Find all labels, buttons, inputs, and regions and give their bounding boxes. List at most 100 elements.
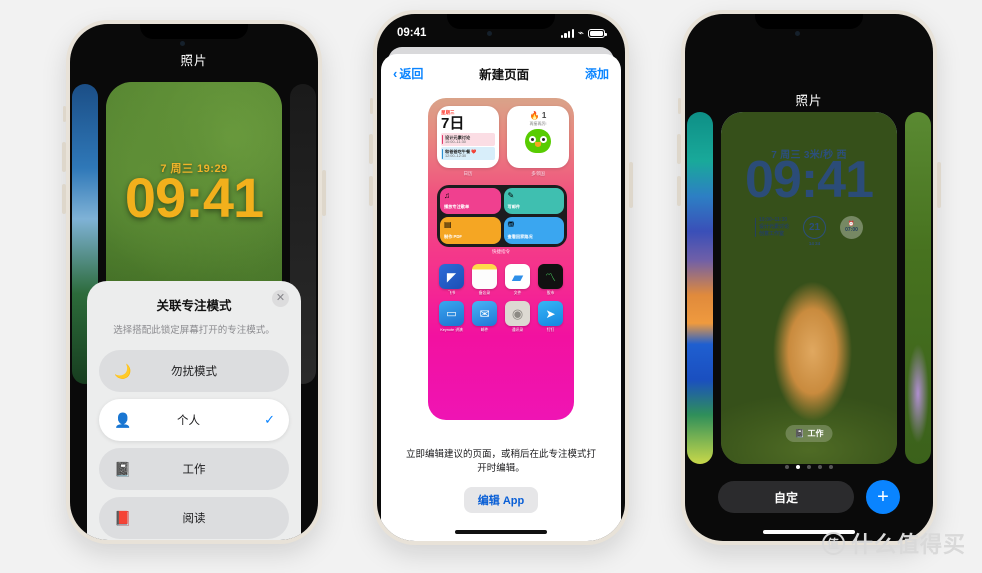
screenshot-stage: 照片 7 周三 19:29 09:41 关联专注模式 ✕ 选择搭配此锁定屏幕打开… [0, 0, 982, 573]
close-icon[interactable]: ✕ [272, 289, 289, 307]
event-place: 创意工作室 [758, 231, 784, 237]
app-keynote[interactable]: ▭ Keynote 讲演 [437, 301, 466, 332]
wallpaper-preview-right[interactable] [905, 112, 931, 464]
notch [447, 14, 555, 29]
app-contacts[interactable]: ◉ 通讯录 [503, 301, 532, 332]
phone-right: 照片 7 周三 3米/秒 西 09:41 10:00–11:30 设计元素讨论 … [677, 10, 941, 545]
briefcase-icon: 📓 [794, 429, 805, 438]
focus-sheet: 关联专注模式 ✕ 选择搭配此锁定屏幕打开的专注模式。 🌙 勿扰模式 👤 个人 ✓… [87, 280, 301, 540]
watermark: 值 什么值得买 [821, 527, 966, 559]
phone-right-screen: 照片 7 周三 3米/秒 西 09:41 10:00–11:30 设计元素讨论 … [685, 14, 933, 541]
calendar-day: 7日 [441, 115, 465, 132]
page-dot[interactable] [785, 465, 789, 469]
widget-label: 快捷指令 [492, 249, 510, 254]
back-label: 返回 [399, 67, 424, 81]
volume-down-button[interactable] [62, 184, 66, 214]
phone-left: 照片 7 周三 19:29 09:41 关联专注模式 ✕ 选择搭配此锁定屏幕打开… [62, 20, 326, 544]
flame-icon: 🔥 [529, 111, 540, 120]
lock-clock: 09:41 [124, 166, 264, 229]
stocks-icon: 〽 [538, 264, 563, 289]
calendar-event-widget[interactable]: 10:00–11:30 设计元素讨论 创意工作室 [754, 217, 789, 238]
power-button[interactable] [629, 162, 633, 208]
shortcut-label: 制作 PDF [444, 233, 462, 239]
watermark-text: 什么值得买 [850, 532, 966, 557]
alarm-time: 07:00 [845, 227, 858, 233]
notes-icon [472, 264, 497, 289]
chevron-left-icon: ‹ [393, 66, 398, 81]
watermark-badge: 值 [821, 531, 845, 555]
app-notes[interactable]: 备忘录 [470, 264, 499, 295]
page-dot[interactable] [818, 465, 822, 469]
shortcut-tile[interactable]: ▤ 制作 PDF [440, 217, 501, 244]
widget-row: 星期三 7日 设计元素讨论 10:00–11:30 和爸爸吃午餐 ❤️ 12:0… [437, 106, 569, 177]
page-dot[interactable] [829, 465, 833, 469]
compose-icon: ✎ [507, 190, 515, 200]
shortcut-label: 播放专注歌单 [444, 204, 470, 209]
focus-option-label: 工作 [182, 464, 206, 476]
ring-value: 21 [808, 222, 821, 233]
duolingo-widget[interactable]: 🔥 1 再接再厉! 多邻国 [507, 106, 569, 177]
status-time: 09:41 [397, 27, 427, 39]
volume-down-button[interactable] [677, 176, 681, 206]
app-feishu[interactable]: ◤ 飞书 [437, 264, 466, 295]
app-stocks[interactable]: 〽 股市 [536, 264, 565, 295]
add-button[interactable]: 添加 [585, 65, 609, 82]
shortcuts-widget[interactable]: ♫ 播放专注歌单 ✎ 写邮件 ▤ 制作 PDF ⛃ 查看回家路况 快捷指令 [437, 184, 567, 256]
back-button[interactable]: ‹ 返回 [393, 65, 423, 82]
app-label: 通讯录 [511, 328, 524, 333]
app-files[interactable]: ▰ 文件 [503, 264, 532, 295]
edit-apps-button[interactable]: 编辑 App [463, 487, 539, 513]
mute-switch[interactable] [370, 98, 373, 114]
focus-option-work[interactable]: 📓 工作 [99, 448, 289, 490]
sheet-footer: 立即编辑建议的页面，或稍后在此专注模式打开时编辑。 编辑 App [381, 448, 621, 513]
volume-up-button[interactable] [369, 134, 373, 164]
event-time: 10:00–11:30 [758, 217, 788, 223]
focus-sheet-subtitle: 选择搭配此锁定屏幕打开的专注模式。 [113, 324, 275, 336]
app-label: Keynote 讲演 [440, 328, 463, 333]
plus-icon[interactable]: + [866, 480, 900, 514]
focus-badge[interactable]: 📓 工作 [785, 425, 833, 442]
app-label: 钉钉 [546, 328, 555, 333]
front-camera-icon [180, 41, 185, 46]
app-mail[interactable]: ✉ 邮件 [470, 301, 499, 332]
streak-row: 🔥 1 [530, 111, 547, 120]
focus-option-label: 勿扰模式 [171, 366, 217, 378]
mute-switch[interactable] [678, 98, 681, 114]
date-ring-widget[interactable]: 21 14 24 [803, 216, 826, 246]
focus-option-dnd[interactable]: 🌙 勿扰模式 [99, 350, 289, 392]
alarm-widget[interactable]: ⏰ 07:00 [840, 216, 863, 239]
notch [755, 14, 863, 29]
shortcut-tile[interactable]: ⛃ 查看回家路况 [503, 217, 564, 244]
shortcut-tile[interactable]: ✎ 写邮件 [503, 187, 564, 214]
shortcut-label: 写邮件 [507, 204, 521, 209]
volume-up-button[interactable] [677, 134, 681, 164]
focus-option-label: 阅读 [182, 513, 206, 525]
lock-clock: 09:41 [745, 151, 874, 209]
files-icon: ▰ [505, 264, 530, 289]
wallpaper-preview-left[interactable] [687, 112, 713, 464]
power-button[interactable] [937, 162, 941, 208]
check-icon: ✓ [264, 412, 275, 427]
focus-sheet-title: 关联专注模式 [156, 298, 232, 313]
volume-up-button[interactable] [62, 142, 66, 172]
mute-switch[interactable] [63, 106, 66, 122]
home-indicator[interactable] [455, 530, 547, 534]
customize-button[interactable]: 自定 [718, 481, 854, 513]
streak-count: 1 [541, 111, 547, 120]
shortcut-tile[interactable]: ♫ 播放专注歌单 [440, 187, 501, 214]
page-dot-active[interactable] [796, 465, 800, 469]
volume-down-button[interactable] [369, 176, 373, 206]
calendar-widget[interactable]: 星期三 7日 设计元素讨论 10:00–11:30 和爸爸吃午餐 ❤️ 12:0… [437, 106, 499, 177]
power-button[interactable] [322, 170, 326, 216]
focus-badge-label: 工作 [807, 429, 824, 438]
footer-note: 立即编辑建议的页面，或稍后在此专注模式打开时编辑。 [405, 448, 596, 475]
app-label: 股市 [546, 291, 555, 295]
focus-option-reading[interactable]: 📕 阅读 [99, 497, 289, 539]
focus-option-personal[interactable]: 👤 个人 ✓ [99, 399, 289, 441]
lock-screen-preview[interactable]: 7 周三 3米/秒 西 09:41 10:00–11:30 设计元素讨论 创意工… [721, 112, 897, 464]
app-dingtalk[interactable]: ➤ 钉钉 [536, 301, 565, 332]
page-dot[interactable] [807, 465, 811, 469]
page-dots [685, 465, 933, 469]
shortcut-label: 查看回家路况 [507, 233, 533, 239]
home-screen-preview[interactable]: 星期三 7日 设计元素讨论 10:00–11:30 和爸爸吃午餐 ❤️ 12:0… [428, 98, 574, 420]
